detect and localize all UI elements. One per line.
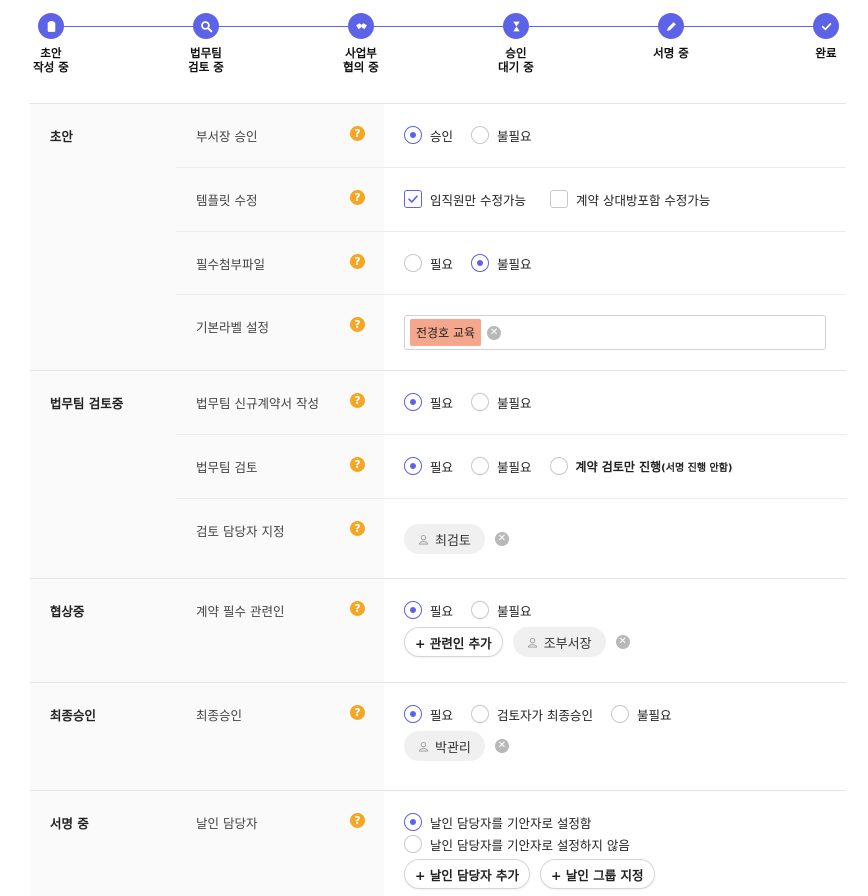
checkbox-include-counterparty[interactable]: 계약 상대방포함 수정가능 (549, 190, 710, 209)
hourglass-icon (503, 13, 529, 39)
help-icon[interactable]: ? (350, 457, 365, 472)
user-icon (527, 637, 537, 648)
row-label: 템플릿 수정 (196, 193, 258, 208)
radio-not-required[interactable]: 불필요 (471, 601, 532, 620)
section-signing: 서명 중 날인 담당자? 날인 담당자를 기안자로 설정함 날인 담당자를 기안… (30, 790, 846, 896)
remove-assignee-icon[interactable]: ✕ (494, 532, 509, 546)
section-final-approval: 최종승인 최종승인? 필요 검토자가 최종승인 불필요 박관리 ✕ (30, 682, 846, 790)
help-icon[interactable]: ? (350, 601, 365, 616)
row-new-contract: 법무팀 신규계약서 작성? 필요 불필요 (176, 371, 846, 434)
radio-reviewer-final[interactable]: 검토자가 최종승인 (471, 705, 593, 724)
row-dept-approval: 부서장 승인? 승인 불필요 (176, 104, 846, 167)
radio-required[interactable]: 필요 (404, 601, 453, 620)
step-legal-review: 법무팀 검토 중 (166, 13, 246, 74)
label-tag: 전경호 교육 (410, 319, 482, 346)
checkbox-employees-only[interactable]: 임직원만 수정가능 (404, 190, 526, 209)
radio-required[interactable]: 필요 (404, 393, 453, 412)
add-seal-manager-button[interactable]: + 날인 담당자 추가 (404, 859, 531, 889)
radio-seal-drafter[interactable]: 날인 담당자를 기안자로 설정함 (404, 813, 591, 832)
radio-required[interactable]: 필요 (404, 457, 453, 476)
assignee-chip[interactable]: 조부서장 (512, 627, 606, 657)
row-label: 최종승인 (196, 708, 243, 723)
radio-required[interactable]: 필요 (404, 254, 453, 273)
row-label: 날인 담당자 (196, 816, 258, 831)
row-label: 법무팀 검토 (196, 460, 258, 475)
radio-review-only[interactable]: 계약 검토만 진행 (서명 진행 안함) (549, 457, 732, 475)
remove-tag-icon[interactable]: ✕ (487, 325, 502, 340)
radio-required[interactable]: 필요 (404, 705, 453, 724)
section-title: 협상중 (30, 579, 176, 682)
workflow-settings-table: 초안 부서장 승인? 승인 불필요 템플릿 수정? 임직원만 수정가능 계약 상… (30, 103, 846, 896)
help-icon[interactable]: ? (350, 254, 365, 269)
help-icon[interactable]: ? (350, 393, 365, 408)
row-label: 법무팀 신규계약서 작성 (196, 396, 319, 411)
pen-icon (658, 13, 684, 39)
radio-not-required[interactable]: 불필요 (471, 393, 532, 412)
row-legal-review: 법무팀 검토? 필요 불필요 계약 검토만 진행 (서명 진행 안함) (176, 434, 846, 498)
section-title: 최종승인 (30, 683, 176, 790)
row-label: 기본라벨 설정 (196, 320, 269, 335)
row-seal-manager: 날인 담당자? 날인 담당자를 기안자로 설정함 날인 담당자를 기안자로 설정… (176, 791, 846, 896)
section-title: 법무팀 검토중 (30, 371, 176, 578)
step-draft: 초안 작성 중 (11, 13, 91, 74)
section-draft: 초안 부서장 승인? 승인 불필요 템플릿 수정? 임직원만 수정가능 계약 상… (30, 103, 846, 370)
section-title: 서명 중 (30, 791, 176, 896)
handshake-icon (348, 13, 374, 39)
section-title: 초안 (30, 104, 176, 370)
label-input[interactable]: 전경호 교육 ✕ (404, 315, 826, 350)
remove-assignee-icon[interactable]: ✕ (494, 739, 509, 753)
radio-approve[interactable]: 승인 (404, 126, 453, 145)
help-icon[interactable]: ? (350, 521, 365, 536)
help-icon[interactable]: ? (350, 705, 365, 720)
radio-not-required[interactable]: 불필요 (471, 254, 532, 273)
assignee-chip[interactable]: 박관리 (404, 731, 485, 761)
row-final-approval: 최종승인? 필요 검토자가 최종승인 불필요 박관리 ✕ (176, 683, 846, 790)
step-complete: 완료 (786, 13, 866, 60)
row-reviewer: 검토 담당자 지정? 최검토 ✕ (176, 498, 846, 578)
row-template-edit: 템플릿 수정? 임직원만 수정가능 계약 상대방포함 수정가능 (176, 167, 846, 231)
row-required-files: 필수첨부파일? 필요 불필요 (176, 231, 846, 294)
step-approval: 승인 대기 중 (476, 13, 556, 74)
row-default-label: 기본라벨 설정? 전경호 교육 ✕ (176, 294, 846, 370)
add-related-person-button[interactable]: + 관련인 추가 (404, 627, 503, 657)
help-icon[interactable]: ? (350, 126, 365, 141)
user-icon (418, 534, 429, 545)
assignee-chip[interactable]: 최검토 (404, 524, 485, 554)
row-label: 부서장 승인 (196, 129, 258, 144)
clipboard-icon (38, 13, 64, 39)
row-label: 검토 담당자 지정 (196, 524, 285, 539)
row-label: 계약 필수 관련인 (196, 604, 285, 619)
radio-seal-not-drafter[interactable]: 날인 담당자를 기안자로 설정하지 않음 (404, 835, 630, 854)
help-icon[interactable]: ? (350, 190, 365, 205)
user-icon (418, 741, 429, 752)
progress-stepper: 초안 작성 중 법무팀 검토 중 사업부 협의 중 승인 대기 중 서명 중 완료 (0, 0, 868, 90)
radio-not-required[interactable]: 불필요 (611, 705, 672, 724)
row-label: 필수첨부파일 (196, 257, 266, 272)
step-negotiation: 사업부 협의 중 (321, 13, 401, 74)
remove-assignee-icon[interactable]: ✕ (615, 635, 630, 649)
help-icon[interactable]: ? (350, 317, 365, 332)
help-icon[interactable]: ? (350, 813, 365, 828)
radio-not-required[interactable]: 불필요 (471, 126, 532, 145)
section-legal-review: 법무팀 검토중 법무팀 신규계약서 작성? 필요 불필요 법무팀 검토? 필요 … (30, 370, 846, 578)
assign-seal-group-button[interactable]: + 날인 그룹 지정 (540, 859, 655, 889)
step-signing: 서명 중 (631, 13, 711, 60)
radio-not-required[interactable]: 불필요 (471, 457, 532, 476)
section-negotiation: 협상중 계약 필수 관련인? 필요 불필요 + 관련인 추가 조부서장 ✕ (30, 578, 846, 682)
row-required-parties: 계약 필수 관련인? 필요 불필요 + 관련인 추가 조부서장 ✕ (176, 579, 846, 682)
search-icon (193, 13, 219, 39)
check-icon (813, 13, 839, 39)
